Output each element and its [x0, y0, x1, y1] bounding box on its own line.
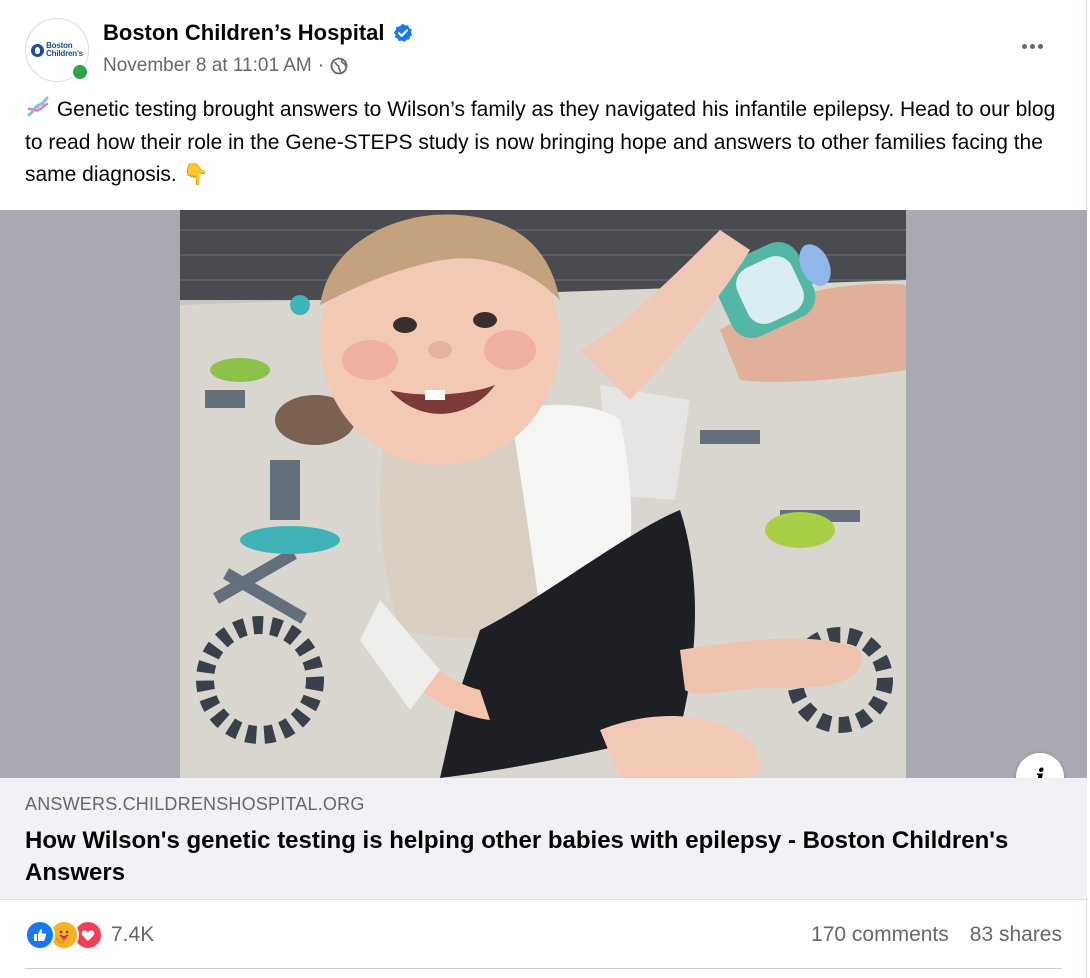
- reactions-summary[interactable]: 7.4K: [25, 920, 154, 950]
- baby-photo: [180, 210, 906, 778]
- shares-count[interactable]: 83 shares: [970, 923, 1062, 947]
- boston-childrens-logo: Boston Children's: [31, 42, 83, 58]
- post-media[interactable]: [0, 210, 1087, 778]
- link-domain: ANSWERS.CHILDRENSHOSPITAL.ORG: [25, 794, 365, 814]
- page-name-link[interactable]: Boston Children’s Hospital: [103, 20, 385, 46]
- post-timestamp[interactable]: November 8 at 11:01 AM: [103, 55, 312, 77]
- pointing-down-emoji: 👇: [182, 163, 209, 186]
- like-icon: [25, 920, 55, 950]
- more-dot-icon: [1037, 43, 1043, 49]
- engagement-stats: 170 comments 83 shares: [811, 923, 1062, 947]
- reaction-count: 7.4K: [111, 923, 155, 946]
- logo-text-line2: Children's: [46, 49, 83, 58]
- footer-divider: [25, 968, 1062, 969]
- online-status-dot: [71, 63, 89, 81]
- post-header: Boston Children’s Hospital: [103, 20, 413, 46]
- globe-icon: [330, 57, 348, 75]
- link-title: How Wilson's genetic testing is helping …: [25, 827, 1009, 886]
- verified-badge-icon: [393, 23, 412, 42]
- more-dot-icon: [1021, 43, 1027, 49]
- facebook-post: Boston Children's Boston Children’s Hosp…: [0, 0, 1087, 978]
- link-preview[interactable]: ANSWERS.CHILDRENSHOSPITAL.ORG How Wilson…: [0, 778, 1087, 900]
- post-footer: 7.4K 170 comments 83 shares: [25, 912, 1062, 958]
- logo-mark-icon: [31, 43, 45, 57]
- post-meta: November 8 at 11:01 AM ·: [103, 55, 348, 77]
- more-dot-icon: [1029, 43, 1035, 49]
- caption-text: Genetic testing brought answers to Wilso…: [25, 98, 1056, 186]
- dna-icon: [27, 96, 49, 117]
- post-caption: Genetic testing brought answers to Wilso…: [25, 94, 1065, 192]
- meta-separator: ·: [317, 55, 325, 76]
- comments-count[interactable]: 170 comments: [811, 923, 949, 947]
- more-options-button[interactable]: [1010, 28, 1054, 64]
